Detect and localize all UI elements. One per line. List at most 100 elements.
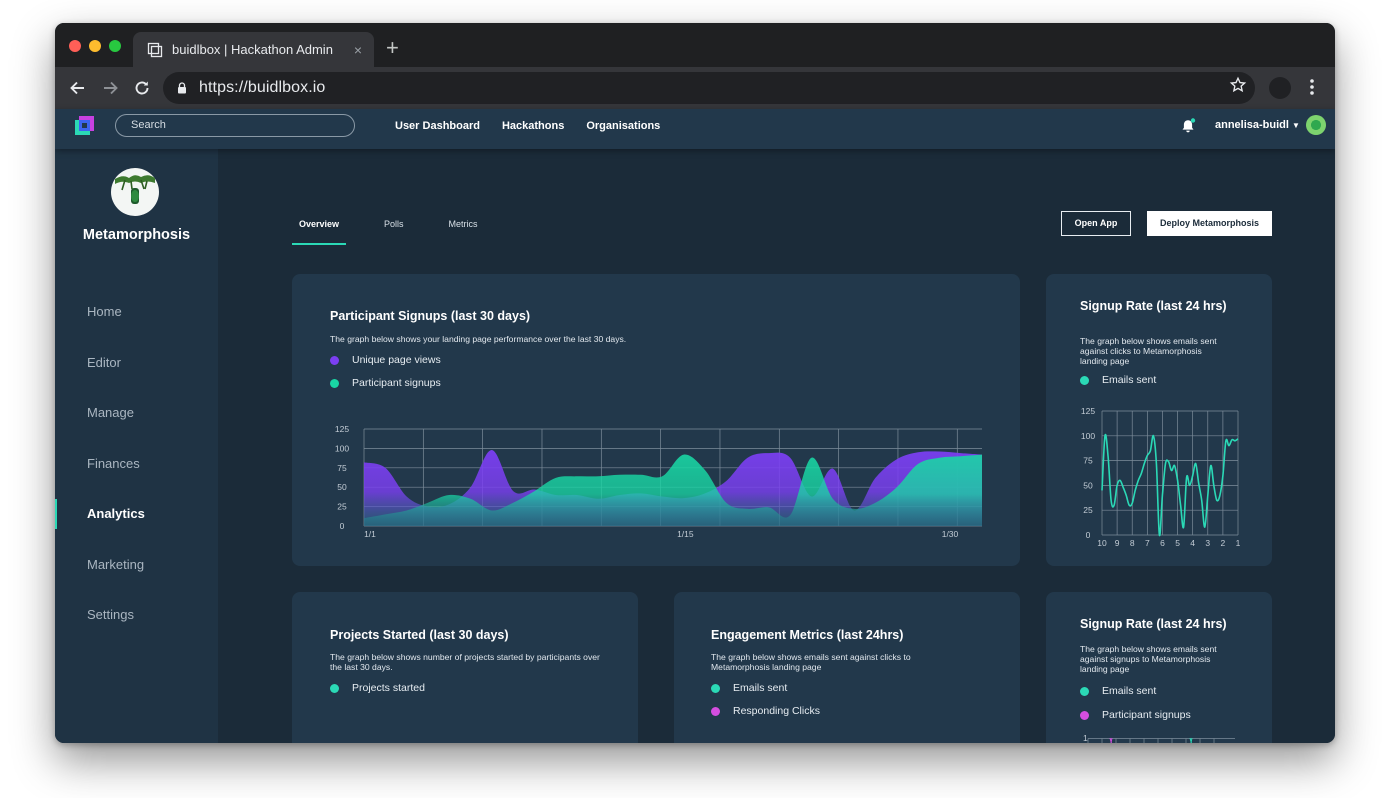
legend-item: Participant signups (330, 377, 441, 389)
nav-user-dashboard[interactable]: User Dashboard (395, 120, 480, 132)
chevron-down-icon: ▼ (1291, 121, 1300, 130)
x-tick-label: 8 (1130, 538, 1135, 548)
y-tick-label: 100 (1081, 431, 1095, 441)
projects-started-card: Projects Started (last 30 days) The grap… (292, 592, 638, 743)
browser-tab[interactable]: buidlbox | Hackathon Admin × (133, 32, 374, 67)
notification-bell-icon[interactable] (1180, 118, 1196, 134)
legend-label: Emails sent (1102, 685, 1157, 697)
legend-dot-icon (330, 378, 339, 388)
sidebar-item-marketing[interactable]: Marketing (55, 550, 218, 601)
card-title: Signup Rate (last 24 hrs) (1080, 299, 1227, 313)
top-navigation: User Dashboard Hackathons Organisations (395, 109, 660, 142)
username: annelisa-buidl (1215, 119, 1289, 131)
nav-organisations[interactable]: Organisations (586, 120, 660, 132)
legend-label: Unique page views (352, 354, 441, 366)
tab-overview[interactable]: Overview (292, 215, 347, 245)
legend-dot-icon (330, 355, 339, 365)
sidebar-item-settings[interactable]: Settings (55, 600, 218, 651)
browser-menu-icon[interactable] (1307, 76, 1317, 98)
lock-icon (178, 82, 186, 94)
y-tick-label: 0 (1086, 530, 1091, 540)
tab-metrics[interactable]: Metrics (442, 215, 485, 245)
search-input[interactable]: Search (115, 114, 355, 137)
tab-close-icon[interactable]: × (354, 43, 362, 57)
x-tick-label: 7 (1145, 538, 1150, 548)
sidebar-item-editor[interactable]: Editor (55, 348, 218, 399)
card-title: Projects Started (last 30 days) (330, 628, 509, 642)
signup-rate-signups-card: Signup Rate (last 24 hrs) The graph belo… (1046, 592, 1272, 743)
legend-dot-icon (711, 706, 720, 716)
card-description: The graph below shows emails sent agains… (1080, 336, 1217, 366)
legend-item: Emails sent (1080, 685, 1156, 697)
legend-label: Projects started (352, 682, 425, 694)
x-tick-label: 1/1 (364, 529, 376, 539)
x-tick-label: 9 (1115, 538, 1120, 548)
sidebar: Metamorphosis Home Editor Manage Finance… (55, 149, 218, 743)
address-bar[interactable]: https://buidlbox.io (163, 72, 1255, 104)
buidlbox-logo-icon[interactable] (74, 115, 96, 137)
legend-dot-icon (330, 683, 339, 693)
browser-profile-avatar[interactable] (1269, 77, 1291, 99)
legend-label: Participant signups (352, 377, 441, 389)
main-content: Overview Polls Metrics Open App Deploy M… (218, 149, 1335, 743)
tab-title: buidlbox | Hackathon Admin (172, 42, 333, 57)
legend-dot-icon (1080, 686, 1089, 696)
card-description: The graph below shows emails sent agains… (1080, 644, 1217, 674)
nav-hackathons[interactable]: Hackathons (502, 120, 564, 132)
engagement-metrics-card: Engagement Metrics (last 24hrs) The grap… (674, 592, 1020, 743)
url-text: https://buidlbox.io (199, 79, 326, 96)
x-tick-label: 3 (1205, 538, 1210, 548)
user-avatar[interactable] (1306, 115, 1326, 135)
legend-item: Projects started (330, 682, 425, 694)
user-menu[interactable]: annelisa-buidl ▼ (1215, 119, 1300, 131)
page-favicon-icon (147, 42, 163, 57)
participant-signups-card: Participant Signups (last 30 days) The g… (292, 274, 1020, 566)
x-tick-label: 1 (1236, 538, 1241, 548)
open-app-button[interactable]: Open App (1061, 211, 1131, 236)
x-tick-label: 5 (1175, 538, 1180, 548)
x-tick-label: 1/15 (677, 529, 694, 539)
x-tick-label: 10 (1097, 538, 1107, 548)
deploy-button[interactable]: Deploy Metamorphosis (1147, 211, 1272, 236)
y-tick-label: 75 (337, 463, 347, 473)
maximize-window-button[interactable] (109, 40, 121, 52)
project-name: Metamorphosis (82, 227, 191, 243)
card-title: Participant Signups (last 30 days) (330, 309, 531, 323)
minimize-window-button[interactable] (89, 40, 101, 52)
signup-rate-card: Signup Rate (last 24 hrs) The graph belo… (1046, 274, 1272, 566)
card-title: Signup Rate (last 24 hrs) (1080, 617, 1227, 631)
participant-signups-chart: 0 25 50 75 100 125 1/1 1/15 1/30 (335, 424, 982, 539)
close-window-button[interactable] (69, 40, 81, 52)
signup-rate-signups-chart: 1 (1083, 733, 1235, 743)
y-tick-label: 125 (335, 424, 349, 434)
card-description: The graph below shows number of projects… (330, 652, 600, 672)
legend-label: Participant signups (1102, 709, 1191, 721)
card-description: The graph below shows your landing page … (330, 334, 627, 344)
forward-icon[interactable] (99, 77, 121, 99)
legend-item: Unique page views (330, 354, 441, 366)
sidebar-item-analytics[interactable]: Analytics (55, 499, 218, 550)
legend-dot-icon (1080, 710, 1089, 720)
sidebar-item-manage[interactable]: Manage (55, 398, 218, 449)
reload-icon[interactable] (131, 77, 153, 99)
legend-label: Emails sent (733, 682, 788, 694)
y-tick-label: 0 (340, 521, 345, 531)
new-tab-button[interactable]: + (386, 37, 399, 59)
browser-tab-strip: buidlbox | Hackathon Admin × + (55, 23, 1335, 67)
sidebar-item-finances[interactable]: Finances (55, 449, 218, 500)
window-controls (69, 40, 121, 52)
tab-polls[interactable]: Polls (377, 215, 411, 245)
sidebar-item-home[interactable]: Home (55, 297, 218, 348)
signup-rate-chart: 0 25 50 75 100 125 10 9 8 7 6 5 4 3 2 1 (1081, 406, 1241, 548)
y-tick-label: 125 (1081, 406, 1095, 416)
y-tick-label: 25 (337, 502, 347, 512)
y-tick-label: 25 (1083, 505, 1093, 515)
legend-item: Emails sent (711, 682, 787, 694)
sidebar-menu: Home Editor Manage Finances Analytics Ma… (55, 297, 218, 651)
back-icon[interactable] (67, 77, 89, 99)
bookmark-star-icon[interactable] (1229, 76, 1247, 94)
legend-label: Responding Clicks (733, 705, 820, 717)
app-header: Search User Dashboard Hackathons Organis… (55, 109, 1335, 149)
x-tick-label: 6 (1160, 538, 1165, 548)
y-tick-label: 50 (337, 482, 347, 492)
